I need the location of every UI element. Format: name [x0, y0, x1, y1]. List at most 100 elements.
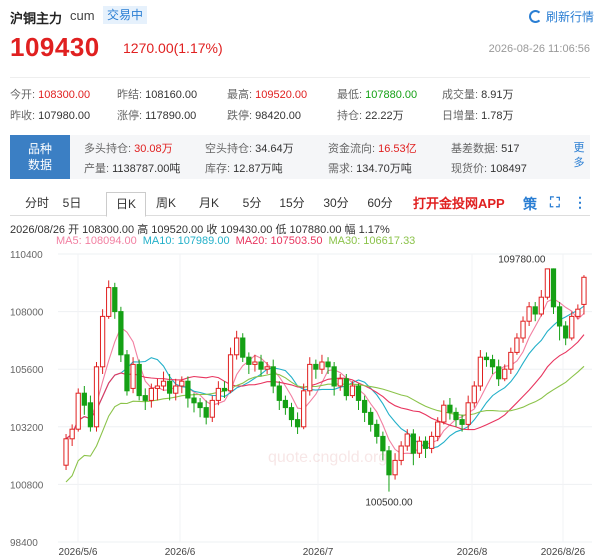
info-value: 517 — [498, 143, 520, 155]
candle-body — [416, 440, 423, 454]
x-tick-label: 2026/6 — [165, 547, 196, 557]
candle-body — [209, 399, 215, 418]
candle-body — [575, 308, 581, 317]
period-tabs: 分时 5日 日K 周K 月K 5分 15分 30分 60分 打开金投网APP 策 ⛶ ⋮ — [10, 192, 590, 217]
tab-period[interactable]: 5日 — [55, 192, 89, 216]
candle-body — [166, 380, 173, 394]
kline-chart[interactable]: 110400 108000 105600 103200 100800 98400 2026/… — [0, 244, 600, 557]
candle-body — [294, 419, 301, 428]
candle-body — [75, 392, 81, 430]
stats-row: 昨收: 107980.00 涨停: 117890.00 跌停: 98420.00 持仓… — [10, 106, 590, 127]
more-button[interactable]: 更 多 — [572, 141, 586, 171]
candle-body — [160, 380, 167, 387]
variety-info-panel: 品种 数据 多头持仓: 30.08万 空头持仓: 34.64万 资金流向: 16.5… — [10, 135, 590, 179]
stat-value: 117890.00 — [142, 110, 197, 122]
last-price: 109430 — [10, 32, 100, 62]
stat-item: 持仓: 22.22万 — [337, 106, 404, 127]
tab-period[interactable]: 5分 — [236, 192, 268, 216]
stat-label: 涨停: — [117, 110, 143, 122]
fullscreen-icon[interactable]: ⛶ — [550, 194, 560, 211]
info-label: 基差数据: — [451, 143, 499, 155]
info-value: 30.08万 — [131, 143, 173, 155]
variety-label: 品种 — [27, 142, 52, 156]
stat-value: 109520.00 — [252, 89, 308, 101]
info-value: 16.53亿 — [375, 143, 417, 155]
more-options-icon[interactable]: ⋮ — [573, 194, 587, 211]
candle-body — [63, 438, 69, 466]
info-item: 需求: 134.70万吨 — [328, 160, 412, 176]
candle-body — [173, 385, 179, 394]
tab-period[interactable]: 60分 — [360, 192, 400, 216]
variety-data-button[interactable]: 品种 数据 — [10, 135, 70, 179]
info-value: 12.87万吨 — [230, 163, 283, 175]
x-tick-label: 2026/8/26 — [541, 547, 586, 557]
stat-label: 最高: — [227, 89, 253, 101]
refresh-button[interactable]: 刷新行情 — [528, 8, 594, 25]
candle-body — [428, 435, 435, 449]
candle-body — [240, 337, 246, 358]
info-item: 空头持仓: 34.64万 — [205, 140, 294, 156]
more-label: 更 — [573, 142, 585, 154]
stat-label: 昨收: — [10, 110, 36, 122]
watermark: quote.cngold.org — [268, 449, 387, 466]
info-item: 现货价: 108497 — [451, 160, 527, 176]
tab-period[interactable]: 15分 — [272, 192, 312, 216]
candle-body — [374, 423, 380, 437]
candle-body — [489, 359, 496, 368]
candle-body — [142, 395, 148, 401]
candle-body — [483, 356, 490, 361]
tab-period[interactable]: 30分 — [316, 192, 356, 216]
candle-body — [392, 459, 398, 476]
candle-body — [99, 315, 106, 368]
stat-item: 跌停: 98420.00 — [227, 106, 301, 127]
candle-body — [136, 363, 142, 397]
status-badge: 交易中 — [103, 6, 148, 24]
stat-value: 22.22万 — [362, 110, 404, 122]
x-tick-label: 2026/7 — [303, 547, 334, 557]
candle-body — [252, 361, 258, 365]
info-label: 需求: — [328, 163, 354, 175]
y-tick-label: 105600 — [10, 365, 44, 376]
stat-label: 持仓: — [337, 110, 363, 122]
candle-body — [221, 387, 228, 392]
tab-period[interactable]: 周K — [147, 192, 185, 216]
candle-body — [569, 315, 575, 339]
candle-body — [355, 385, 362, 401]
candle-body — [544, 268, 551, 298]
candle-body — [203, 407, 209, 418]
candle-body — [441, 404, 447, 423]
candle-body — [154, 385, 161, 389]
stat-item: 昨结: 108160.00 — [117, 85, 197, 106]
tab-period[interactable]: 日K — [106, 192, 146, 217]
y-tick-label: 98400 — [10, 538, 38, 549]
strategy-icon[interactable]: 策 — [523, 194, 537, 214]
candle-body — [404, 433, 410, 447]
stat-label: 昨结: — [117, 89, 143, 101]
tab-period[interactable]: 分时 — [20, 192, 54, 216]
stats-row: 今开: 108300.00 昨结: 108160.00 最高: 109520.00 最… — [10, 85, 590, 106]
y-tick-label: 103200 — [10, 423, 44, 434]
candle-body — [288, 407, 295, 421]
stat-item: 昨收: 107980.00 — [10, 106, 90, 127]
stat-item: 成交量: 8.91万 — [442, 85, 514, 106]
candle-body — [276, 385, 282, 401]
candle-body — [319, 361, 325, 370]
tab-period[interactable]: 月K — [190, 192, 228, 216]
candle-body — [197, 402, 203, 409]
open-app-link[interactable]: 打开金投网APP — [413, 193, 505, 212]
variety-label: 数据 — [27, 158, 52, 172]
candle-body — [422, 440, 429, 449]
candle-body — [130, 363, 136, 389]
candle-body — [215, 387, 222, 401]
candle-body — [124, 354, 130, 392]
stat-label: 成交量: — [442, 89, 479, 101]
candle-body — [227, 354, 234, 392]
candle-body — [81, 392, 87, 406]
candle-body — [556, 306, 563, 327]
candle-body — [87, 402, 94, 428]
candle-body — [325, 361, 331, 368]
candle-body — [361, 399, 368, 413]
refresh-icon — [528, 10, 542, 23]
candle-body — [459, 419, 465, 425]
stat-value: 1.78万 — [478, 110, 514, 122]
